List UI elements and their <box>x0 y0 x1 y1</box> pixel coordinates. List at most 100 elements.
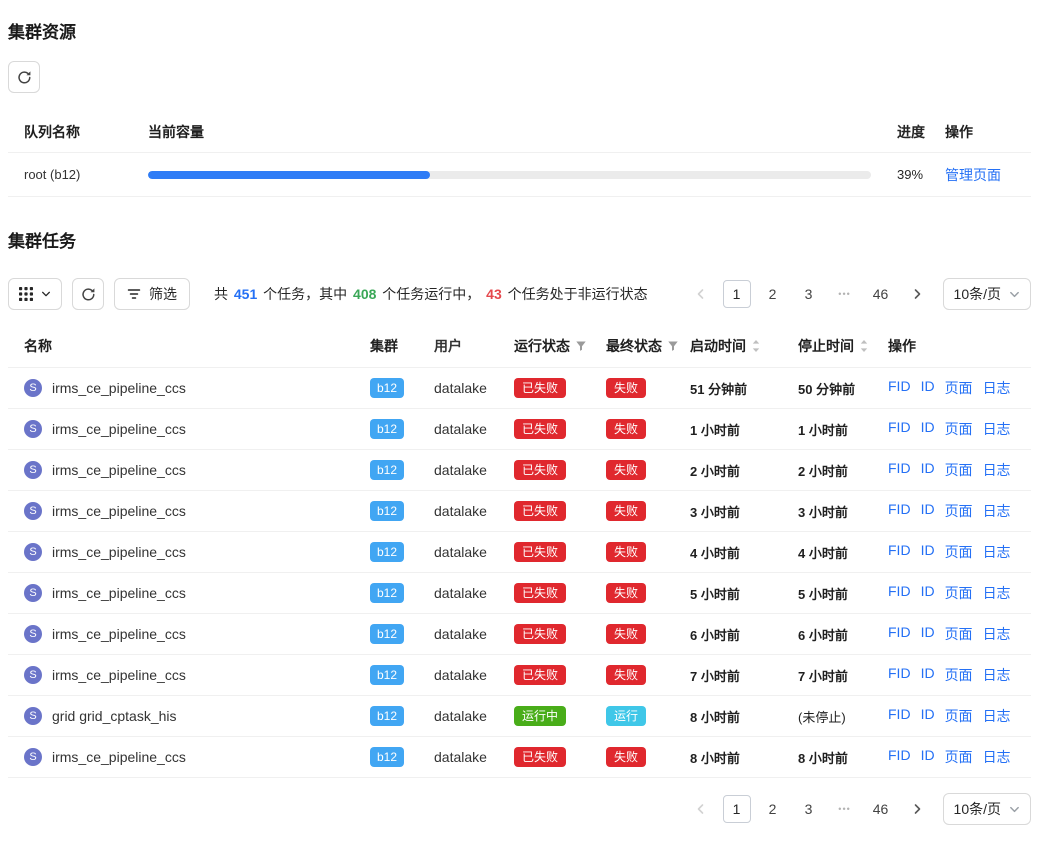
run-status-filter-icon[interactable] <box>575 340 587 352</box>
page-size-select[interactable]: 10条/页 <box>943 278 1031 310</box>
row-action-id[interactable]: ID <box>921 419 935 439</box>
row-action-log[interactable]: 日志 <box>983 460 1011 480</box>
stop-time: 6 小时前 <box>798 628 848 643</box>
task-user: datalake <box>434 708 514 724</box>
row-action-page[interactable]: 页面 <box>945 624 973 644</box>
row-action-page[interactable]: 页面 <box>945 706 973 726</box>
summary-running-count: 408 <box>353 286 376 302</box>
col-header-capacity: 当前容量 <box>148 122 897 142</box>
row-action-log[interactable]: 日志 <box>983 501 1011 521</box>
page-button[interactable]: 3 <box>795 795 823 823</box>
task-user: datalake <box>434 380 514 396</box>
row-action-page[interactable]: 页面 <box>945 460 973 480</box>
row-action-log[interactable]: 日志 <box>983 747 1011 767</box>
progress-percent: 39% <box>897 167 945 182</box>
row-actions: FID ID 页面日志 <box>888 460 1031 480</box>
page-button[interactable]: 46 <box>867 280 895 308</box>
row-action-fid[interactable]: FID <box>888 378 911 398</box>
task-summary: 共 451 个任务，其中 408 个任务运行中， 43 个任务处于非运行状态 <box>214 284 648 304</box>
row-action-id[interactable]: ID <box>921 665 935 685</box>
start-time: 3 小时前 <box>690 505 740 520</box>
row-action-id[interactable]: ID <box>921 747 935 767</box>
row-action-fid[interactable]: FID <box>888 665 911 685</box>
row-action-id[interactable]: ID <box>921 624 935 644</box>
start-time: 5 小时前 <box>690 587 740 602</box>
page-size-select[interactable]: 10条/页 <box>943 793 1031 825</box>
prev-page-button[interactable] <box>687 795 715 823</box>
row-action-page[interactable]: 页面 <box>945 542 973 562</box>
summary-text: 个任务，其中 <box>259 286 351 302</box>
filter-button[interactable]: 筛选 <box>114 278 190 310</box>
tasks-refresh-button[interactable] <box>72 278 104 310</box>
row-action-id[interactable]: ID <box>921 542 935 562</box>
row-action-page[interactable]: 页面 <box>945 419 973 439</box>
row-action-id[interactable]: ID <box>921 501 935 521</box>
row-action-page[interactable]: 页面 <box>945 501 973 521</box>
run-status-badge: 已失败 <box>514 624 566 644</box>
row-action-fid[interactable]: FID <box>888 747 911 767</box>
row-action-fid[interactable]: FID <box>888 542 911 562</box>
task-name: irms_ce_pipeline_ccs <box>52 667 186 683</box>
page-ellipsis[interactable]: ••• <box>831 280 859 308</box>
layout-grid-button[interactable] <box>8 278 62 310</box>
page: 集群资源 队列名称 当前容量 进度 操作 root (b12) 39% 管理页面… <box>0 0 1039 845</box>
chevron-left-icon <box>695 288 707 300</box>
final-status-badge: 失败 <box>606 378 646 398</box>
row-action-fid[interactable]: FID <box>888 583 911 603</box>
row-action-page[interactable]: 页面 <box>945 665 973 685</box>
row-action-log[interactable]: 日志 <box>983 624 1011 644</box>
row-action-fid[interactable]: FID <box>888 419 911 439</box>
row-action-log[interactable]: 日志 <box>983 583 1011 603</box>
start-time-sort-icon[interactable] <box>751 339 761 353</box>
page-button[interactable]: 3 <box>795 280 823 308</box>
row-action-id[interactable]: ID <box>921 706 935 726</box>
row-action-log[interactable]: 日志 <box>983 378 1011 398</box>
stop-time-sort-icon[interactable] <box>859 339 869 353</box>
row-action-page[interactable]: 页面 <box>945 747 973 767</box>
final-status-badge: 失败 <box>606 583 646 603</box>
spark-avatar: S <box>24 584 42 602</box>
row-action-id[interactable]: ID <box>921 583 935 603</box>
row-action-page[interactable]: 页面 <box>945 583 973 603</box>
page-button-current[interactable]: 1 <box>723 280 751 308</box>
task-name: grid grid_cptask_his <box>52 708 177 724</box>
row-action-log[interactable]: 日志 <box>983 706 1011 726</box>
row-action-id[interactable]: ID <box>921 378 935 398</box>
row-action-fid[interactable]: FID <box>888 460 911 480</box>
row-actions: FID ID 页面日志 <box>888 706 1031 726</box>
page-button[interactable]: 2 <box>759 280 787 308</box>
table-row: S irms_ce_pipeline_ccs b12 datalake 已失败 … <box>8 573 1031 614</box>
manage-page-link[interactable]: 管理页面 <box>945 167 1001 183</box>
next-page-button[interactable] <box>903 795 931 823</box>
page-ellipsis[interactable]: ••• <box>831 795 859 823</box>
cluster-badge: b12 <box>370 665 404 685</box>
refresh-icon <box>81 287 96 302</box>
final-status-filter-icon[interactable] <box>667 340 679 352</box>
row-action-log[interactable]: 日志 <box>983 542 1011 562</box>
page-button[interactable]: 46 <box>867 795 895 823</box>
cluster-badge: b12 <box>370 378 404 398</box>
row-action-fid[interactable]: FID <box>888 501 911 521</box>
row-actions: FID ID 页面日志 <box>888 378 1031 398</box>
page-button-current[interactable]: 1 <box>723 795 751 823</box>
row-action-fid[interactable]: FID <box>888 706 911 726</box>
task-name: irms_ce_pipeline_ccs <box>52 626 186 642</box>
row-action-id[interactable]: ID <box>921 460 935 480</box>
row-action-log[interactable]: 日志 <box>983 419 1011 439</box>
col-header-start-time: 启动时间 <box>690 336 746 356</box>
row-action-page[interactable]: 页面 <box>945 378 973 398</box>
row-action-log[interactable]: 日志 <box>983 665 1011 685</box>
page-button[interactable]: 2 <box>759 795 787 823</box>
cluster-badge: b12 <box>370 624 404 644</box>
table-row: S irms_ce_pipeline_ccs b12 datalake 已失败 … <box>8 614 1031 655</box>
resources-refresh-button[interactable] <box>8 61 40 93</box>
row-action-fid[interactable]: FID <box>888 624 911 644</box>
cluster-resources-title: 集群资源 <box>8 18 1031 43</box>
prev-page-button[interactable] <box>687 280 715 308</box>
table-row: S irms_ce_pipeline_ccs b12 datalake 已失败 … <box>8 532 1031 573</box>
task-user: datalake <box>434 503 514 519</box>
col-header-final-status: 最终状态 <box>606 336 662 356</box>
col-header-stop-time: 停止时间 <box>798 336 854 356</box>
next-page-button[interactable] <box>903 280 931 308</box>
table-row: S irms_ce_pipeline_ccs b12 datalake 已失败 … <box>8 409 1031 450</box>
